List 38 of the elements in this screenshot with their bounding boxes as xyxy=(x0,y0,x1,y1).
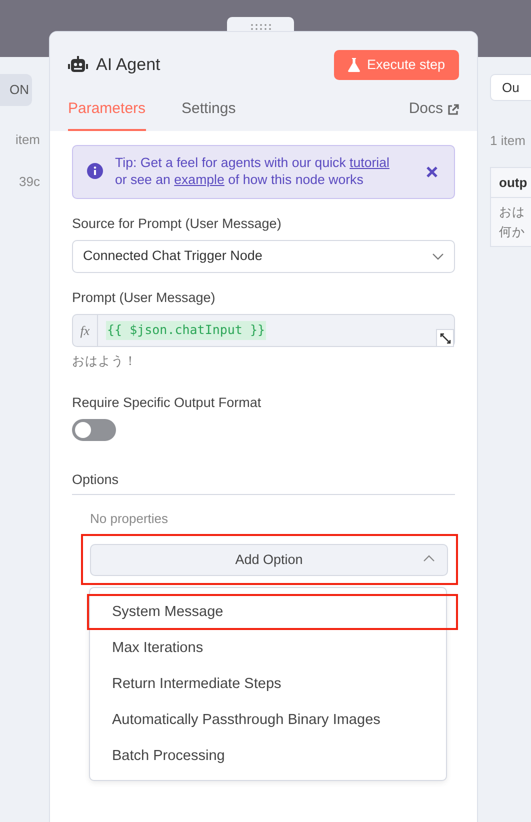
info-icon xyxy=(87,162,103,179)
json-button[interactable]: ON xyxy=(0,74,32,106)
docs-link[interactable]: Docs xyxy=(408,98,459,131)
prompt-field[interactable]: fx {{ $json.chatInput }} xyxy=(72,314,455,348)
add-option-button[interactable]: Add Option xyxy=(90,544,448,576)
menu-item[interactable]: System Message xyxy=(87,594,458,630)
preview-text: おはよう！ xyxy=(72,353,138,370)
flask-icon xyxy=(348,58,360,72)
section-label: Options xyxy=(72,470,455,495)
item-count: 1 item xyxy=(490,132,526,150)
external-link-icon xyxy=(447,104,459,116)
output-tab[interactable]: Ou xyxy=(490,74,531,101)
value-text: 39c xyxy=(18,172,40,190)
table-cell-text: おは 何か xyxy=(498,204,526,241)
fx-label: fx xyxy=(73,315,98,346)
close-icon xyxy=(426,166,438,178)
field-label: Prompt (User Message) xyxy=(72,289,216,307)
toggle-switch[interactable] xyxy=(72,419,116,442)
tip-link[interactable]: example xyxy=(174,172,224,187)
caret-icon xyxy=(423,555,435,562)
expand-icon[interactable] xyxy=(436,329,454,348)
drag-handle[interactable] xyxy=(227,17,294,31)
empty-text: No properties xyxy=(90,510,170,528)
robot-icon xyxy=(68,56,88,74)
tip-text: Tip: Get a feel for agents with our quick tutorial or see an example of how this node works xyxy=(115,154,390,188)
field-label: Require Specific Output Format xyxy=(72,394,262,412)
tab[interactable]: Settings xyxy=(182,92,236,131)
menu-item[interactable]: Max Iterations xyxy=(90,630,446,666)
chevron-down-icon xyxy=(432,253,444,260)
menu-item[interactable]: Batch Processing xyxy=(90,738,446,774)
field-label: Source for Prompt (User Message) xyxy=(72,214,282,233)
menu-item[interactable]: Automatically Passthrough Binary Images xyxy=(90,702,446,738)
menu-item[interactable]: Return Intermediate Steps xyxy=(90,666,446,702)
source-select[interactable]: Connected Chat Trigger Node xyxy=(72,240,455,273)
column-header: outp xyxy=(491,168,531,198)
item-count: item xyxy=(14,131,40,149)
tip-link[interactable]: tutorial xyxy=(350,154,390,170)
panel-title: AI Agent xyxy=(96,54,160,76)
